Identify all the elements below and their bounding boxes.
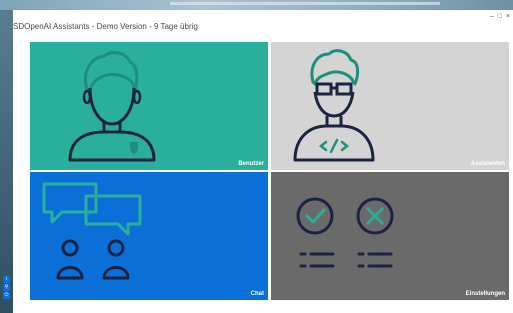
maximize-button[interactable]: □: [498, 13, 502, 20]
tile-einstellungen-label: Einstellungen: [465, 291, 505, 297]
app-window: SDOpenAI Assistants - Demo Version - 9 T…: [13, 10, 513, 313]
window-title: SDOpenAI Assistants - Demo Version - 9 T…: [13, 22, 198, 31]
info-icon[interactable]: i: [3, 276, 10, 283]
tile-benutzer[interactable]: Benutzer: [30, 42, 268, 170]
tile-chat-label: Chat: [250, 291, 264, 297]
close-button[interactable]: ×: [506, 13, 510, 20]
desktop-background: [0, 0, 513, 10]
tile-assistenten[interactable]: Assistenten: [271, 42, 509, 170]
user-icon: [68, 51, 156, 162]
desktop-bar: [170, 2, 440, 5]
tile-einstellungen[interactable]: Einstellungen: [271, 172, 509, 300]
tile-assistenten-label: Assistenten: [470, 161, 505, 167]
developer-icon: [293, 49, 375, 162]
tile-chat[interactable]: Chat: [30, 172, 268, 300]
title-bar: SDOpenAI Assistants - Demo Version - 9 T…: [13, 10, 513, 40]
window-controls: – □ ×: [490, 13, 510, 20]
side-toolbar: i ⚲ ⏻: [3, 276, 11, 300]
settings-checklist-icon: [296, 197, 394, 268]
search-icon[interactable]: ⚲: [3, 284, 10, 291]
power-icon[interactable]: ⏻: [3, 292, 10, 299]
desktop-sidebar-background: [0, 10, 13, 313]
chat-icon: [42, 182, 142, 280]
minimize-button[interactable]: –: [490, 13, 494, 20]
tile-benutzer-label: Benutzer: [238, 161, 264, 167]
